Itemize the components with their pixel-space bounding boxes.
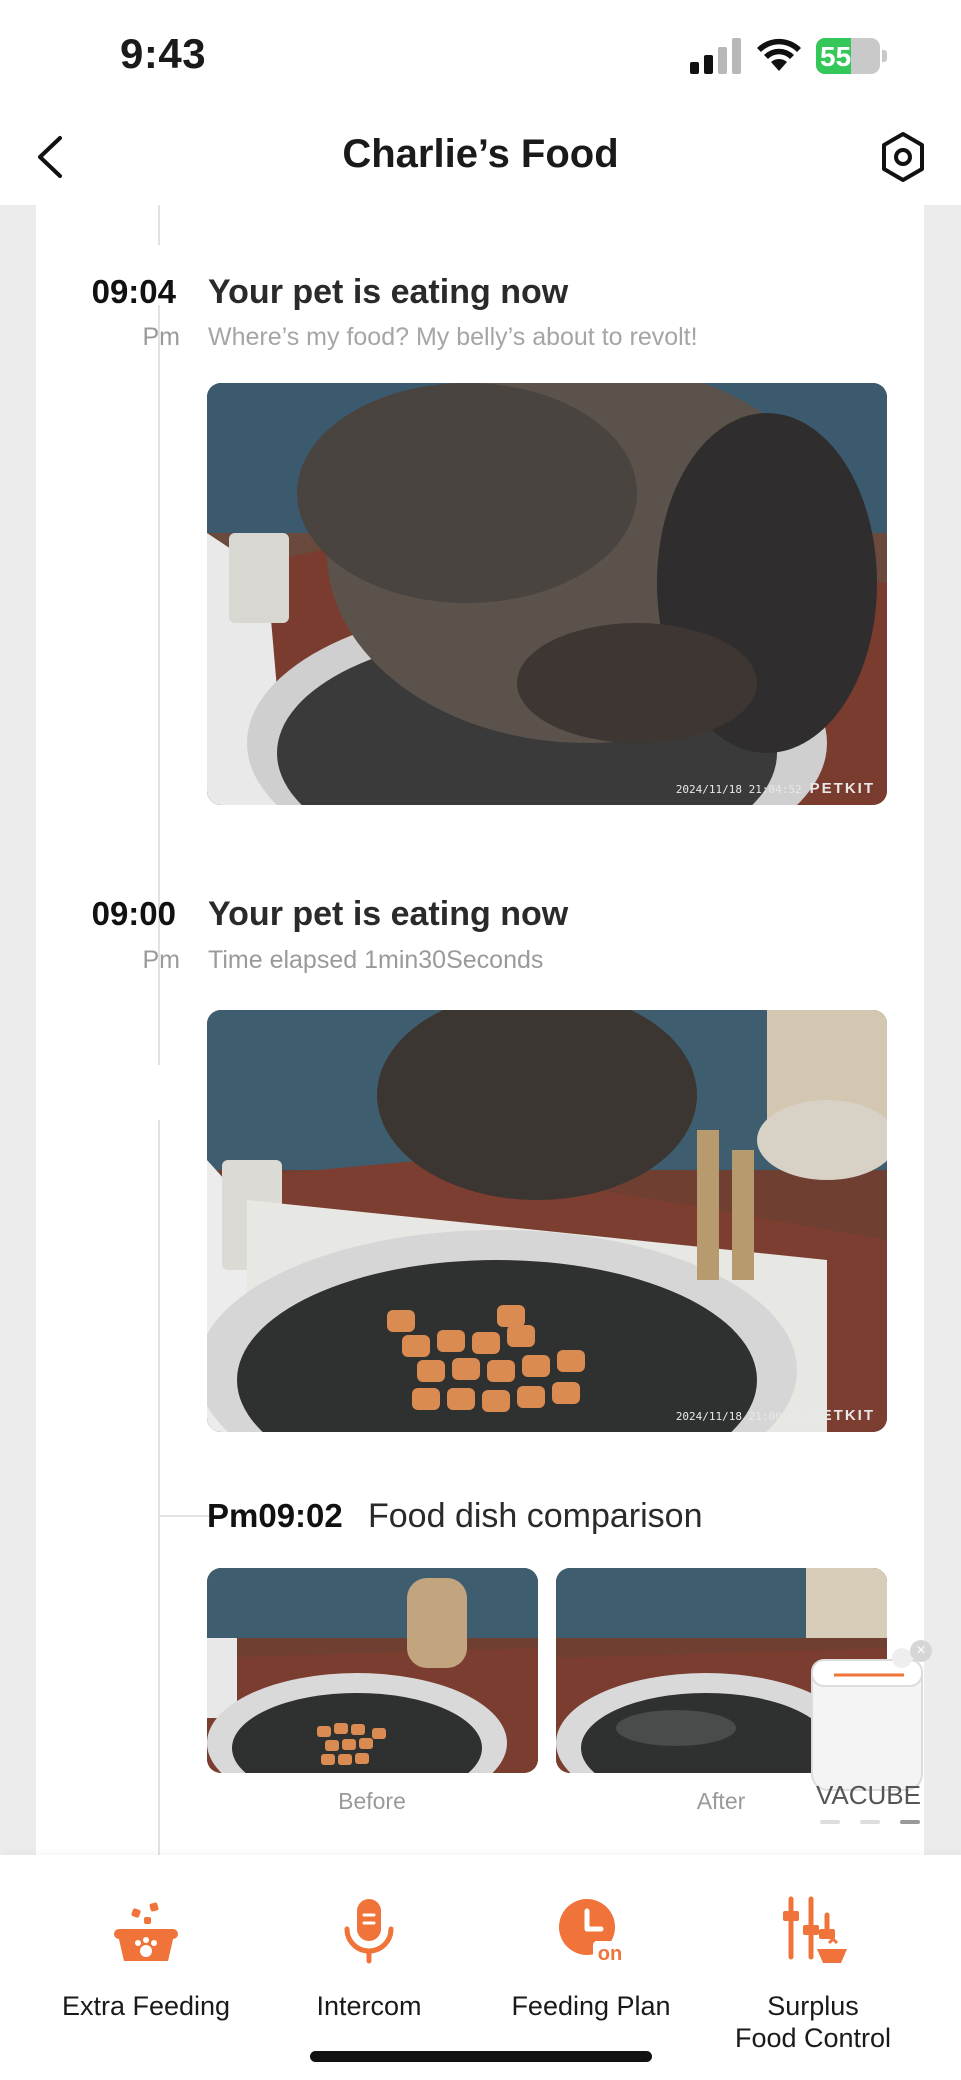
surplus-food-control-label: Surplus Food Control [734,1991,892,2053]
settings-icon[interactable] [878,130,928,184]
comparison-time: Pm09:02 [207,1497,343,1534]
promo-label[interactable]: VACUBE [816,1780,921,1811]
photo-timestamp: 2024/11/18 21:00:55 PETKIT [675,1407,875,1424]
battery-icon: 55 [816,38,888,74]
extra-feeding-label: Extra Feeding [61,1991,231,2021]
event-title: Your pet is eating now [208,895,569,933]
event-subtitle: Time elapsed 1min30Seconds [208,946,544,974]
feeding-plan-label: Feeding Plan [511,1991,671,2021]
intercom-label: Intercom [316,1991,422,2021]
promo-close-button[interactable]: × [910,1640,932,1662]
feeding-timeline[interactable]: 09:04 Pm Your pet is eating now Where’s … [0,205,961,1855]
promo-pager [820,1820,920,1824]
battery-percent: 55 [820,41,852,72]
sliders-bowl-icon [783,1896,847,1963]
event-time: 09:04 [91,273,176,310]
paw-bowl-icon [114,1902,178,1961]
extra-feeding-button[interactable]: Extra Feeding [36,1895,256,2022]
event-photo[interactable]: 2024/11/18 21:00:55 PETKIT [207,1010,887,1432]
timeline-line [158,205,160,245]
event-title: Your pet is eating now [208,273,569,311]
after-label: After [696,1788,746,1814]
event-time: 09:00 [91,895,176,932]
event-photo[interactable]: 2024/11/18 21:04:52 PETKIT [207,383,887,805]
intercom-button[interactable]: Intercom [259,1895,479,2022]
status-bar: 9:43 55 [0,0,961,110]
cellular-signal-icon [690,38,742,74]
nav-bar: Charlie’s Food [0,110,961,205]
event-ampm: Pm [142,946,181,974]
svg-text:on: on [598,1943,622,1965]
app-screen: 9:43 55 Charlie’s Food 09:04 Pm Your pet… [0,0,961,2080]
page-title: Charlie’s Food [342,132,619,176]
wifi-icon [757,38,801,71]
before-photo[interactable] [207,1568,538,1773]
home-indicator [310,2051,652,2062]
photo-timestamp: 2024/11/18 21:04:52 PETKIT [675,780,875,797]
feeding-plan-button[interactable]: on Feeding Plan [481,1895,701,2022]
surplus-food-control-button[interactable]: Surplus Food Control [703,1895,923,2054]
timeline-card: 09:04 Pm Your pet is eating now Where’s … [36,205,924,1855]
event-ampm: Pm [142,323,181,351]
microphone-icon [344,1899,394,1964]
clock-on-icon: on [559,1899,627,1965]
bottom-toolbar: Extra Feeding Intercom on Feeding Plan S… [0,1855,961,2080]
before-label: Before [338,1788,406,1814]
timeline-line [158,1120,160,1855]
comparison-title: Food dish comparison [368,1497,703,1535]
status-time: 9:43 [120,30,207,77]
event-subtitle: Where’s my food? My belly’s about to rev… [208,323,698,351]
